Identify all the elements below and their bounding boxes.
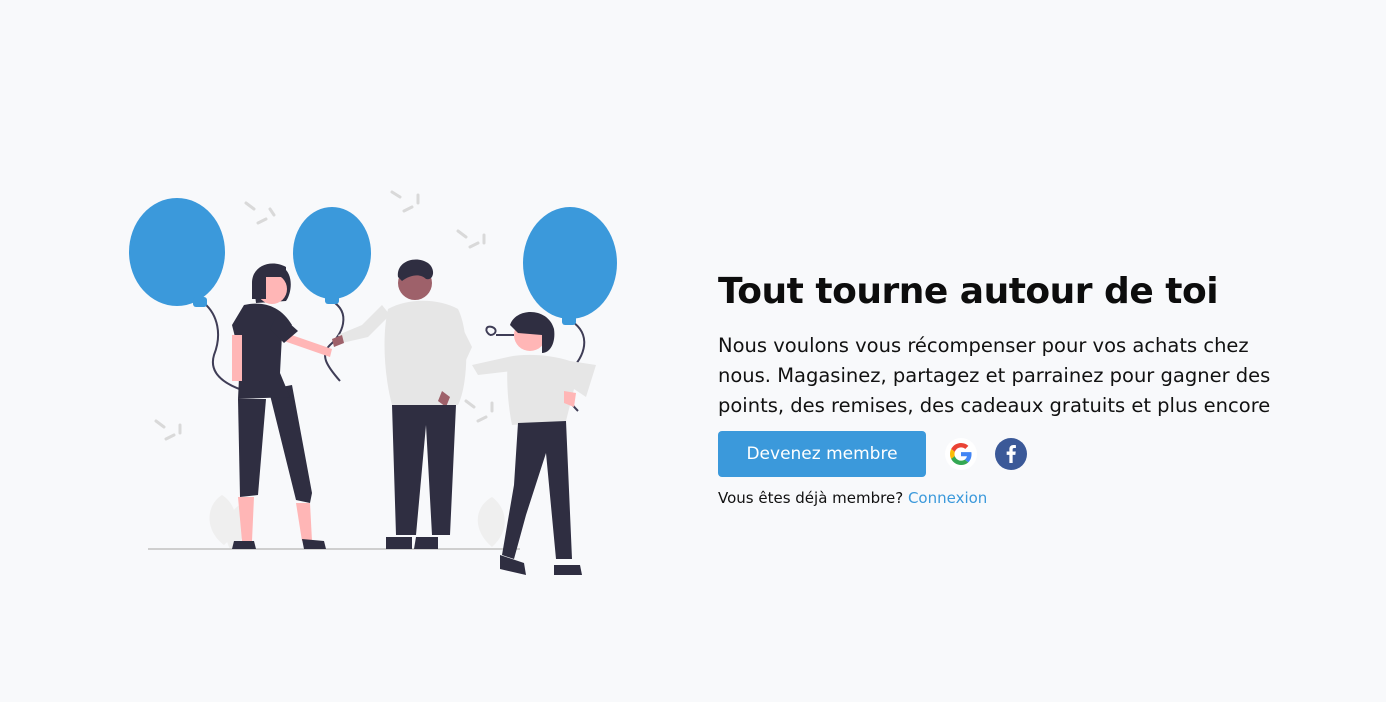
login-link[interactable]: Connexion bbox=[908, 489, 987, 507]
party-illustration bbox=[129, 190, 617, 575]
person-middle bbox=[332, 259, 472, 549]
balloon-left-knot bbox=[193, 297, 207, 307]
google-login-button[interactable] bbox=[945, 438, 977, 471]
page: Tout tourne autour de toi Nous voulons v… bbox=[0, 0, 1386, 702]
login-line: Vous êtes déjà membre? Connexion bbox=[718, 489, 1298, 507]
hero-description: Nous voulons vous récompenser pour vos a… bbox=[718, 334, 1271, 418]
person-left bbox=[232, 263, 332, 549]
already-member-text: Vous êtes déjà membre? bbox=[718, 489, 904, 508]
plant-right bbox=[477, 497, 505, 547]
balloon-right-knot bbox=[562, 315, 576, 325]
join-button[interactable]: Devenez membre bbox=[718, 431, 926, 478]
google-icon bbox=[950, 443, 972, 466]
hero-content: Tout tourne autour de toi Nous voulons v… bbox=[718, 270, 1298, 507]
balloon-right bbox=[523, 207, 617, 319]
actions-row: Devenez membre bbox=[718, 431, 1298, 478]
facebook-icon bbox=[1006, 445, 1016, 464]
headline: Tout tourne autour de toi bbox=[718, 271, 1219, 312]
balloon-middle bbox=[293, 207, 371, 299]
balloon-middle-knot bbox=[325, 295, 339, 304]
facebook-login-button[interactable] bbox=[995, 438, 1027, 471]
balloon-left bbox=[129, 198, 225, 306]
